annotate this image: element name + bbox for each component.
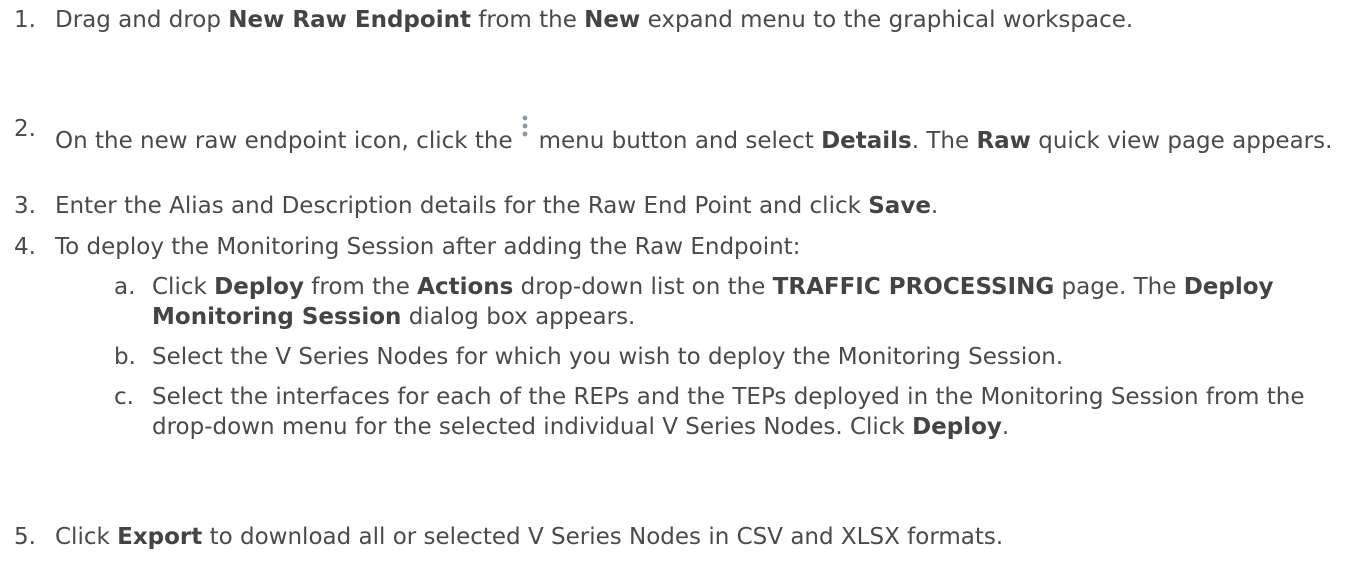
procedure-steps: 1. Drag and drop New Raw Endpoint from t… xyxy=(0,0,1346,561)
ui-term-traffic-processing: TRAFFIC PROCESSING xyxy=(772,274,1055,300)
substep-text: Select the V Series Nodes for which you … xyxy=(152,344,1064,370)
substep-letter: b. xyxy=(114,344,136,370)
kebab-menu-icon xyxy=(522,115,528,137)
ui-term-deploy: Deploy xyxy=(214,274,304,300)
step-5: 5. Click Export to download all or selec… xyxy=(0,522,1336,552)
ui-term-save: Save xyxy=(868,193,931,219)
ui-term-new: New xyxy=(584,7,641,33)
step-number: 3. xyxy=(14,193,36,219)
ui-term-details: Details xyxy=(821,128,912,154)
substep-letter: c. xyxy=(114,384,134,410)
substep-text: Select the interfaces for each of the RE… xyxy=(152,384,1305,440)
step-1: 1. Drag and drop New Raw Endpoint from t… xyxy=(0,5,1336,35)
step-4: 4. To deploy the Monitoring Session afte… xyxy=(0,232,1336,262)
ui-term-actions: Actions xyxy=(417,274,514,300)
substep-4c: c. Select the interfaces for each of the… xyxy=(0,382,1336,442)
step-number: 5. xyxy=(14,524,36,550)
step-text: Click Export to download all or selected… xyxy=(55,524,1004,550)
ui-term-export: Export xyxy=(117,524,203,550)
substep-letter: a. xyxy=(114,274,136,300)
substep-text: Click Deploy from the Actions drop-down … xyxy=(152,274,1274,330)
step-3: 3. Enter the Alias and Description detai… xyxy=(0,191,1336,221)
step-text: Drag and drop New Raw Endpoint from the … xyxy=(55,7,1134,33)
ui-term-new-raw-endpoint: New Raw Endpoint xyxy=(228,7,471,33)
step-2: 2. On the new raw endpoint icon, click t… xyxy=(0,114,1336,156)
substep-4b: b. Select the V Series Nodes for which y… xyxy=(0,342,1336,372)
step-text: To deploy the Monitoring Session after a… xyxy=(55,234,801,260)
ui-term-deploy: Deploy xyxy=(912,414,1002,440)
step-text: On the new raw endpoint icon, click the m… xyxy=(55,114,1336,156)
substep-4a: a. Click Deploy from the Actions drop-do… xyxy=(0,272,1336,332)
step-text: Enter the Alias and Description details … xyxy=(55,193,939,219)
step-number: 4. xyxy=(14,234,36,260)
ui-term-raw: Raw xyxy=(976,128,1031,154)
step-number: 2. xyxy=(14,116,36,142)
step-number: 1. xyxy=(14,7,36,33)
